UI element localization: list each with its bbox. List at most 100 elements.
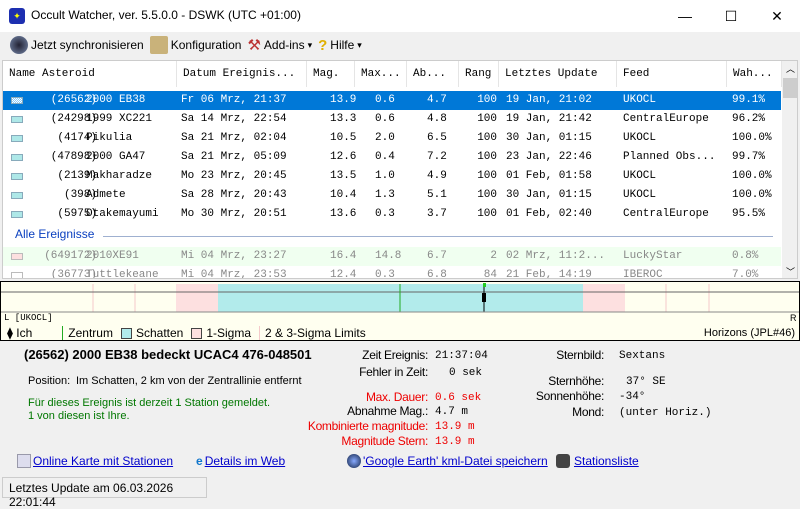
cell-name: 2000 GA47 bbox=[86, 151, 146, 163]
cell-ab: 6.8 bbox=[427, 269, 447, 279]
drop-label: Abnahme Mag.: bbox=[347, 404, 428, 418]
star-mag-value: 13.9 m bbox=[435, 436, 475, 448]
col-wah[interactable]: Wah... bbox=[727, 61, 782, 87]
status-swatch bbox=[11, 192, 23, 199]
cell-feed: LuckyStar bbox=[623, 250, 683, 262]
online-map-link[interactable]: Online Karte mit Stationen bbox=[17, 454, 173, 468]
event-details: (26562) 2000 EB38 bedeckt UCAC4 476-0485… bbox=[0, 341, 800, 477]
help-menu[interactable]: ? Hilfe ▾ bbox=[318, 37, 362, 54]
time-label: Zeit Ereignis: bbox=[362, 348, 428, 362]
cell-feed: UKOCL bbox=[623, 132, 657, 144]
help-icon: ? bbox=[318, 36, 328, 54]
maximize-button[interactable]: ☐ bbox=[708, 0, 754, 32]
table-row[interactable]: (47898) 2000 GA47 Sa 21 Mrz, 05:09 12.6 0.4 7… bbox=[3, 148, 781, 167]
col-ab[interactable]: Ab... bbox=[407, 61, 459, 87]
station-list-link[interactable]: Stationsliste bbox=[556, 454, 639, 468]
addins-menu[interactable]: ⚒ Add-ins ▾ bbox=[247, 36, 312, 54]
cell-rang: 100 bbox=[477, 113, 497, 125]
cell-date: Mo 30 Mrz, 20:51 bbox=[181, 208, 287, 220]
status-bar: Letztes Update am 06.03.2026 22:01:44 bbox=[2, 477, 207, 509]
table-row[interactable]: (26562) 2000 EB38 Fr 06 Mrz, 21:37 13.9 0.6 4… bbox=[3, 91, 781, 110]
station-list-label[interactable]: Stationsliste bbox=[574, 454, 639, 468]
star-alt-label: Sternhöhe: bbox=[548, 374, 604, 388]
cell-feed: Planned Obs... bbox=[623, 151, 716, 163]
constellation-label: Sternbild: bbox=[556, 348, 604, 362]
scroll-thumb[interactable] bbox=[783, 78, 797, 98]
col-mag[interactable]: Mag. bbox=[307, 61, 355, 87]
config-button[interactable]: Konfiguration bbox=[149, 36, 241, 54]
vertical-scrollbar[interactable]: ︿ ﹀ bbox=[782, 61, 797, 278]
col-max[interactable]: Max... bbox=[355, 61, 407, 87]
online-map-label[interactable]: Online Karte mit Stationen bbox=[33, 454, 173, 468]
cell-update: 19 Jan, 21:42 bbox=[506, 113, 592, 125]
cell-update: 21 Feb, 14:19 bbox=[506, 269, 592, 279]
sync-button[interactable]: Jetzt synchronisieren bbox=[10, 36, 144, 54]
cell-update: 01 Feb, 02:40 bbox=[506, 208, 592, 220]
close-button[interactable]: ✕ bbox=[754, 0, 800, 32]
scroll-down-icon[interactable]: ﹀ bbox=[782, 265, 797, 278]
feed-label: L [UKOCL] bbox=[4, 313, 53, 323]
error-value: 0 sek bbox=[449, 367, 483, 379]
table-row[interactable]: (4174) Pikulia Sa 21 Mrz, 02:04 10.5 2.0 6.5 1… bbox=[3, 129, 781, 148]
config-icon bbox=[149, 36, 168, 54]
cell-rang: 84 bbox=[483, 269, 497, 279]
cell-max: 0.4 bbox=[375, 151, 395, 163]
table-row[interactable]: (2139) Makharadze Mo 23 Mrz, 20:45 13.5 1.0 4… bbox=[3, 167, 781, 186]
cell-date: Sa 14 Mrz, 22:54 bbox=[181, 113, 287, 125]
timeline-legend: ⧫ Ich Zentrum Schatten 1-Sigma 2 & 3-Sig… bbox=[7, 326, 366, 340]
sigma-swatch bbox=[191, 327, 203, 339]
col-feed[interactable]: Feed bbox=[617, 61, 727, 87]
cell-wah: 100.0% bbox=[732, 132, 772, 144]
cell-max: 2.0 bbox=[375, 132, 395, 144]
scroll-up-icon[interactable]: ︿ bbox=[782, 61, 797, 78]
event-list[interactable]: Name Asteroid Datum Ereignis... Mag. Max… bbox=[2, 60, 798, 279]
cell-max: 14.8 bbox=[375, 250, 402, 262]
duration-label: Max. Dauer: bbox=[365, 390, 428, 404]
title-bar: ✦ Occult Watcher, ver. 5.5.0.0 - DSWK (U… bbox=[0, 0, 800, 32]
legend-zentrum: Zentrum bbox=[62, 326, 113, 340]
cell-date: Sa 28 Mrz, 20:43 bbox=[181, 189, 287, 201]
table-row[interactable]: (36773) Tuttlekeane Mi 04 Mrz, 23:53 12.4 0.… bbox=[3, 266, 781, 279]
cell-rang: 100 bbox=[477, 151, 497, 163]
cell-mag: 13.3 bbox=[330, 113, 357, 125]
table-row[interactable]: (398) Admete Sa 28 Mrz, 20:43 10.4 1.3 5.1 100… bbox=[3, 186, 781, 205]
stations-own-text: 1 von diesen ist Ihre. bbox=[28, 410, 130, 422]
web-details-label[interactable]: Details im Web bbox=[205, 454, 285, 468]
cell-name: Makharadze bbox=[86, 170, 153, 182]
moon-label: Mond: bbox=[572, 405, 604, 419]
cell-update: 23 Jan, 22:46 bbox=[506, 151, 592, 163]
table-row[interactable]: (24298) 1999 XC221 Sa 14 Mrz, 22:54 13.3 0.6… bbox=[3, 110, 781, 129]
cell-max: 1.3 bbox=[375, 189, 395, 201]
status-swatch bbox=[11, 154, 23, 161]
star-alt-value: 37° SE bbox=[626, 376, 666, 388]
minimize-button[interactable]: — bbox=[662, 0, 708, 32]
cell-name: Admete bbox=[86, 189, 126, 201]
chevron-down-icon: ▾ bbox=[357, 39, 362, 50]
table-row[interactable]: (649172) 2010XE91 Mi 04 Mrz, 23:27 16.4 14.8… bbox=[3, 247, 781, 266]
status-swatch bbox=[11, 116, 23, 123]
cell-rang: 100 bbox=[477, 94, 497, 106]
cell-feed: IBEROC bbox=[623, 269, 663, 279]
occultation-timeline: L [UKOCL] R ⧫ Ich Zentrum Schatten 1-Sig… bbox=[0, 281, 800, 341]
col-name[interactable]: Name Asteroid bbox=[3, 61, 177, 87]
col-update[interactable]: Letztes Update bbox=[499, 61, 617, 87]
google-earth-label[interactable]: 'Google Earth' kml-Datei speichern bbox=[363, 454, 548, 468]
position-label: Position: bbox=[28, 375, 71, 387]
google-earth-link[interactable]: 'Google Earth' kml-Datei speichern bbox=[347, 454, 548, 468]
cell-wah: 99.7% bbox=[732, 151, 766, 163]
col-rang[interactable]: Rang bbox=[459, 61, 499, 87]
cell-date: Sa 21 Mrz, 02:04 bbox=[181, 132, 287, 144]
cell-name: Pikulia bbox=[86, 132, 133, 144]
status-swatch bbox=[11, 253, 23, 260]
error-label: Fehler in Zeit: bbox=[359, 365, 428, 379]
stations-text: Für dieses Ereignis ist derzeit 1 Statio… bbox=[28, 397, 271, 409]
right-label: R bbox=[790, 313, 797, 323]
table-row[interactable]: (5975) Otakemayumi Mo 30 Mrz, 20:51 13.6 0.3… bbox=[3, 205, 781, 224]
web-details-link[interactable]: e Details im Web bbox=[196, 454, 285, 468]
cell-wah: 7.0% bbox=[732, 269, 759, 279]
group-header: Alle Ereignisse bbox=[15, 227, 95, 241]
col-date[interactable]: Datum Ereignis... bbox=[177, 61, 307, 87]
legend-1sigma: 1-Sigma bbox=[206, 326, 252, 340]
cell-mag: 13.5 bbox=[330, 170, 357, 182]
moon-value: (unter Horiz.) bbox=[619, 407, 712, 419]
